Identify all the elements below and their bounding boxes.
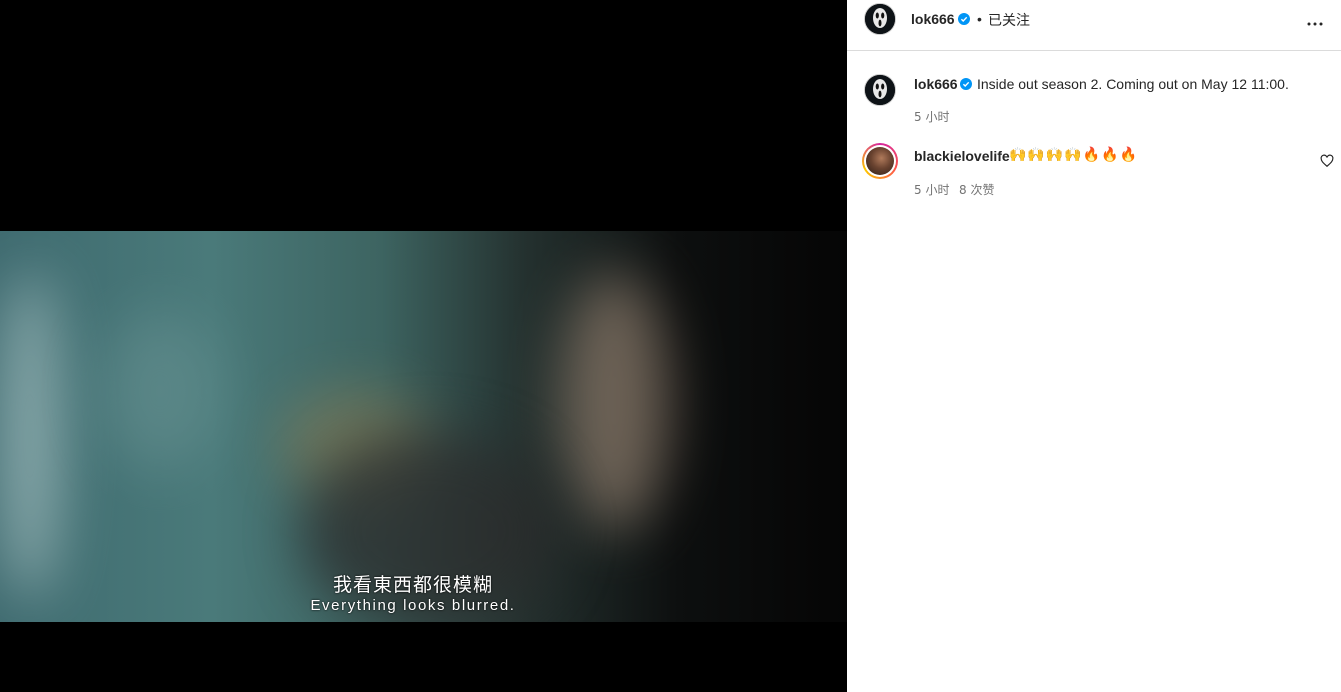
video-frame: 我看東西都很模糊 Everything looks blurred. [0, 231, 847, 622]
bokeh-light [0, 271, 60, 601]
video-player[interactable]: 我看東西都很模糊 Everything looks blurred. [0, 0, 847, 692]
commenter-avatar[interactable] [862, 143, 898, 179]
post-caption: Inside out season 2. Coming out on May 1… [977, 76, 1289, 92]
author-avatar[interactable] [864, 3, 896, 35]
following-button[interactable]: 已关注 [988, 10, 1030, 30]
ghostface-mask-icon [865, 75, 895, 105]
post-header: lok666 • 已关注 [847, 0, 1341, 51]
subtitle-chinese: 我看東西都很模糊 [332, 574, 493, 596]
post-panel: lok666 • 已关注 lok666 Inside out season 2.… [847, 0, 1341, 692]
header-separator: • [977, 11, 982, 27]
caption-author-avatar[interactable] [864, 74, 896, 106]
comment-text: 🙌🙌🙌🙌🔥🔥🔥 [1009, 147, 1139, 163]
subtitle-english: Everything looks blurred. [310, 597, 516, 614]
more-options-icon[interactable] [1303, 12, 1327, 36]
author-username[interactable]: lok666 [911, 11, 955, 27]
commenter-photo [866, 147, 894, 175]
verified-badge-icon [958, 13, 970, 25]
caption-username[interactable]: lok666 [914, 76, 958, 92]
verified-badge-icon [960, 78, 972, 90]
avatar-ring-gap [864, 145, 896, 177]
comment-like-count[interactable]: 8 次赞 [959, 181, 994, 198]
comment-timestamp[interactable]: 5 小时 [914, 181, 949, 198]
ghostface-mask-icon [865, 4, 895, 34]
bokeh-teal [100, 311, 220, 471]
commenter-username[interactable]: blackielovelife [914, 148, 1010, 164]
post-timestamp[interactable]: 5 小时 [914, 108, 949, 125]
face-highlight [560, 271, 670, 531]
like-comment-heart-icon[interactable] [1320, 154, 1334, 168]
